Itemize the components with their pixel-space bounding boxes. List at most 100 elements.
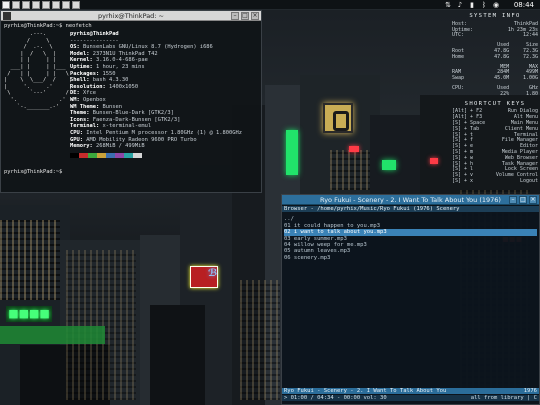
close-icon[interactable]: × xyxy=(529,196,537,204)
info-row: Memory: 268MiB / 499MiB xyxy=(70,143,260,150)
info-row: OS: BunsenLabs GNU/Linux 8.7 (Hydrogen) … xyxy=(70,44,260,51)
color-swatch xyxy=(70,152,79,158)
terminal-output[interactable]: pyrhix@ThinkPad:~$ neofetch .---. / \ / … xyxy=(4,23,259,190)
maximize-icon[interactable]: □ xyxy=(519,196,527,204)
workspace-button[interactable] xyxy=(22,1,30,9)
info-key: Uptime: xyxy=(70,63,96,70)
info-row: Icons: Faenza-Dark-Bunsen [GTK2/3] xyxy=(70,117,260,124)
cpu-row: 22% 1.80 xyxy=(452,90,538,98)
info-value: 1400x1050 xyxy=(108,83,139,90)
info-key: DE: xyxy=(70,90,83,97)
info-row: Model: 2373N1U ThinkPad T42 xyxy=(70,51,260,58)
volume-icon[interactable]: ♪ xyxy=(456,1,464,9)
music-player-window[interactable]: Ryo Fukui - Scenery - 2. I Want To Talk … xyxy=(281,194,540,405)
progress-label: > 01:00 / 04:34 - 00:00 vol: 30 xyxy=(284,394,387,401)
info-value: 268MiB / 499MiB xyxy=(95,143,145,150)
workspace-button[interactable] xyxy=(32,1,40,9)
info-value: bash 4.3.30 xyxy=(92,77,129,84)
info-row: Terminal: x-terminal-emul xyxy=(70,123,260,130)
info-divider: --------------- xyxy=(70,37,119,44)
window-title: Ryo Fukui - Scenery - 2. I Want To Talk … xyxy=(320,196,501,204)
track-item[interactable]: 06 scenery.mp3 xyxy=(284,255,537,261)
info-key: Kernel: xyxy=(70,57,96,64)
color-swatch xyxy=(115,152,124,158)
player-body[interactable]: Browser - /home/pyrhix/Music/Ryo Fukui (… xyxy=(282,206,539,404)
workspace-button[interactable] xyxy=(12,1,20,9)
neon-light xyxy=(349,146,359,152)
mem-row-cell: 1.00G xyxy=(522,75,538,82)
color-swatches xyxy=(70,152,260,158)
clock[interactable]: 08:44 xyxy=(514,0,534,10)
info-key: WM: xyxy=(70,96,83,103)
neon-light xyxy=(430,158,438,164)
track-list[interactable]: ../ 01 it could happen to you.mp3 02 i wa… xyxy=(282,212,539,261)
color-swatch xyxy=(106,152,115,158)
shortcut-row-cell: Logout xyxy=(519,177,538,184)
info-key: Memory: xyxy=(70,143,96,150)
workspace-button[interactable] xyxy=(42,1,50,9)
info-key: WM Theme: xyxy=(70,103,103,110)
info-value: 1 hour, 23 mins xyxy=(95,63,145,70)
info-value: Intel Pentium M processor 1.80GHz (1) @ … xyxy=(86,129,243,136)
mem-row-cell: Swap xyxy=(452,75,465,82)
host-row-cell: 12:44 xyxy=(522,32,538,39)
playback-mode: all from library | C xyxy=(470,394,537,401)
building xyxy=(150,305,205,405)
building-windows xyxy=(240,280,280,400)
window-titlebar[interactable]: pyrhix@ThinkPad: ~ – □ × xyxy=(1,11,261,21)
battery-icon[interactable]: ▮ xyxy=(468,1,476,9)
info-row: WM: Openbox xyxy=(70,97,260,104)
neon-sign: ℬ xyxy=(208,268,218,279)
progress-bar[interactable]: > 01:00 / 04:34 - 00:00 vol: 30 all from… xyxy=(282,394,539,401)
neon-sign xyxy=(323,103,353,133)
cpu-row-cell: 1.80 xyxy=(525,90,538,97)
maximize-icon[interactable]: □ xyxy=(241,12,249,20)
info-key: Terminal: xyxy=(70,123,103,130)
info-value: x-terminal-emul xyxy=(102,123,152,130)
color-swatch xyxy=(133,152,142,158)
minimize-icon[interactable]: – xyxy=(509,196,517,204)
workspace-button[interactable] xyxy=(72,1,80,9)
info-key: Theme: xyxy=(70,110,93,117)
shortcut-row: [S] + x Logout xyxy=(452,177,538,185)
window-titlebar[interactable]: Ryo Fukui - Scenery - 2. I Want To Talk … xyxy=(282,195,539,205)
lit-storefront xyxy=(0,326,105,344)
disk-row: Home 47.8G 72.3G xyxy=(452,53,538,61)
top-panel: ⇅ ♪ ▮ ᛒ ◉ 08:44 xyxy=(0,0,540,10)
color-swatch xyxy=(88,152,97,158)
info-value: AMD Mobility Radeon 9600 PRO Turbo xyxy=(86,136,197,143)
info-value: Bunsen xyxy=(102,103,122,110)
terminal-prompt: pyrhix@ThinkPad:~$ xyxy=(4,169,63,175)
workspace-button[interactable] xyxy=(2,1,10,9)
info-key: Resolution: xyxy=(70,83,109,90)
mem-row: Swap 45.0M 1.00G xyxy=(452,75,538,82)
cpu-row-cell: 22% xyxy=(500,90,510,97)
neon-light xyxy=(286,130,298,175)
mem-row-cell: 45.0M xyxy=(494,75,510,82)
minimize-icon[interactable]: – xyxy=(231,12,239,20)
distro-logo-ascii: .---. / \ / .-. \ | / \ | | | | | ___| |… xyxy=(4,31,73,110)
info-row: Packages: 1550 xyxy=(70,71,260,78)
color-swatch xyxy=(124,152,133,158)
browser-path-label: Browser - /home/pyrhix/Music/Ryo Fukui (… xyxy=(284,206,460,212)
conky-title: SYSTEM INFO xyxy=(469,13,521,19)
info-key: Packages: xyxy=(70,70,103,77)
bluetooth-icon[interactable]: ᛒ xyxy=(480,1,488,9)
workspace-button[interactable] xyxy=(62,1,70,9)
color-swatch xyxy=(97,152,106,158)
workspace-button[interactable] xyxy=(52,1,60,9)
network-icon[interactable]: ⇅ xyxy=(444,1,452,9)
conky-system-monitor: SYSTEM INFO Host: ThinkPad Uptime: 1h 23m 2… xyxy=(452,13,538,214)
update-icon[interactable]: ◉ xyxy=(492,1,500,9)
terminal-window[interactable]: pyrhix@ThinkPad: ~ – □ × pyrhix@ThinkPad… xyxy=(0,10,262,193)
info-row: Uptime: 1 hour, 23 mins xyxy=(70,64,260,71)
disk-row-cell: 47.8G xyxy=(494,53,510,60)
info-value: Bunsen-Blue-Dark [GTK2/3] xyxy=(92,110,174,117)
info-key: Model: xyxy=(70,50,93,57)
building-windows xyxy=(66,250,136,400)
info-row: Resolution: 1400x1050 xyxy=(70,84,260,91)
cpu-row-cell xyxy=(452,92,480,98)
close-icon[interactable]: × xyxy=(251,12,259,20)
building-windows xyxy=(330,150,370,190)
info-row: Shell: bash 4.3.30 xyxy=(70,77,260,84)
